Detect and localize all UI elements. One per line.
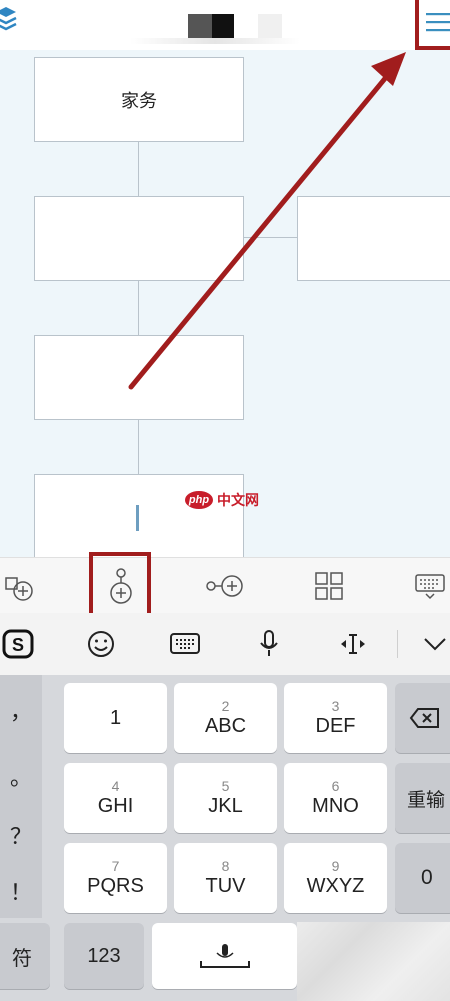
keyboard-icon	[170, 633, 200, 654]
add-sibling-icon	[5, 577, 33, 601]
keyboard-icon	[415, 574, 445, 600]
key-label: JKL	[208, 795, 243, 817]
punct-question-key[interactable]: ？	[0, 807, 42, 863]
key-1[interactable]: 1	[64, 683, 167, 753]
menu-annotation-box	[415, 0, 450, 50]
key-label: TUV	[205, 875, 246, 897]
collapse-icon	[424, 638, 446, 651]
key-label: DEF	[315, 715, 356, 737]
reenter-label: 重输	[407, 789, 446, 811]
key-label: 1	[109, 707, 122, 729]
pixelated-title-block	[212, 14, 234, 38]
sogou-logo-icon: S	[2, 629, 34, 659]
root-node-label: 家务	[121, 90, 157, 111]
svg-text:S: S	[12, 635, 24, 655]
key-label: PQRS	[87, 875, 144, 897]
layout-grid-button[interactable]	[306, 558, 352, 614]
cursor-move-icon	[341, 634, 365, 654]
backspace-key[interactable]	[395, 683, 450, 753]
space-key[interactable]	[152, 923, 297, 989]
key-number: 3	[331, 698, 340, 714]
key-4-ghi[interactable]: 4 GHI	[64, 763, 167, 833]
top-bar	[0, 0, 450, 51]
key-3-def[interactable]: 3 DEF	[284, 683, 387, 753]
key-number: 8	[221, 858, 230, 874]
sogou-button[interactable]: S	[0, 613, 36, 675]
node-toolbar	[0, 557, 450, 614]
key-number: 4	[111, 778, 120, 794]
numbers-key[interactable]: 123	[64, 923, 144, 989]
collapse-keyboard-button[interactable]	[412, 613, 450, 675]
add-sibling-button[interactable]	[0, 558, 40, 614]
pixelated-title-block	[188, 14, 212, 38]
mindmap-canvas[interactable]: 家务	[0, 50, 450, 557]
key-label: GHI	[97, 795, 134, 817]
toolbar-divider	[397, 630, 398, 658]
add-link-node-button[interactable]	[198, 558, 252, 614]
title-shadow	[130, 38, 300, 44]
key-7-pqrs[interactable]: 7 PQRS	[64, 843, 167, 913]
editing-topic-node[interactable]	[34, 474, 244, 557]
ime-toolbar: S	[0, 613, 450, 675]
cursor-move-button[interactable]	[330, 613, 376, 675]
key-label: ABC	[204, 715, 247, 737]
watermark: php 中文网	[185, 490, 259, 510]
pixelated-title-block	[258, 14, 282, 38]
key-8-tuv[interactable]: 8 TUV	[174, 843, 277, 913]
topic-node[interactable]	[34, 196, 244, 281]
watermark-badge: php	[185, 491, 213, 509]
connector-line	[138, 141, 139, 197]
key-number: 6	[331, 778, 340, 794]
symbols-label: 符	[12, 947, 32, 970]
emoji-button[interactable]	[78, 613, 124, 675]
key-6-mno[interactable]: 6 MNO	[284, 763, 387, 833]
emoji-icon	[88, 631, 114, 657]
reenter-key[interactable]: 重输	[395, 763, 450, 833]
space-mic-icon	[199, 944, 250, 968]
topic-node[interactable]	[297, 196, 450, 281]
toggle-keyboard-button[interactable]	[410, 558, 450, 614]
backspace-icon	[409, 708, 439, 728]
add-child-annotation-box	[89, 552, 151, 620]
key-number: 2	[221, 698, 230, 714]
microphone-icon	[260, 630, 278, 656]
connector-line	[138, 419, 139, 474]
connector-line	[138, 280, 139, 335]
add-link-node-icon	[206, 575, 243, 597]
connector-line	[243, 237, 298, 238]
key-label: MNO	[312, 795, 359, 817]
key-2-abc[interactable]: 2 ABC	[174, 683, 277, 753]
layout-grid-icon	[315, 572, 343, 600]
numbers-label: 123	[87, 944, 121, 967]
key-0[interactable]: 0	[395, 843, 450, 913]
key-label: 0	[421, 866, 433, 889]
key-5-jkl[interactable]: 5 JKL	[174, 763, 277, 833]
symbols-key[interactable]: 符	[0, 923, 50, 989]
key-number: 5	[221, 778, 230, 794]
text-cursor	[136, 505, 139, 531]
punct-period-key[interactable]: 。	[0, 745, 42, 807]
key-number: 9	[331, 858, 340, 874]
root-node[interactable]: 家务	[34, 57, 244, 142]
key-label: WXYZ	[306, 875, 365, 897]
topic-node[interactable]	[34, 335, 244, 420]
voice-input-button[interactable]	[246, 613, 292, 675]
key-number: 7	[111, 858, 120, 874]
keyboard-switch-button[interactable]	[162, 613, 208, 675]
watermark-text: 中文网	[217, 492, 259, 508]
blurred-region	[297, 922, 450, 1001]
key-9-wxyz[interactable]: 9 WXYZ	[284, 843, 387, 913]
layers-icon[interactable]	[0, 6, 18, 32]
punct-comma-key[interactable]: ，	[0, 675, 42, 745]
punct-exclaim-key[interactable]: ！	[0, 863, 42, 918]
